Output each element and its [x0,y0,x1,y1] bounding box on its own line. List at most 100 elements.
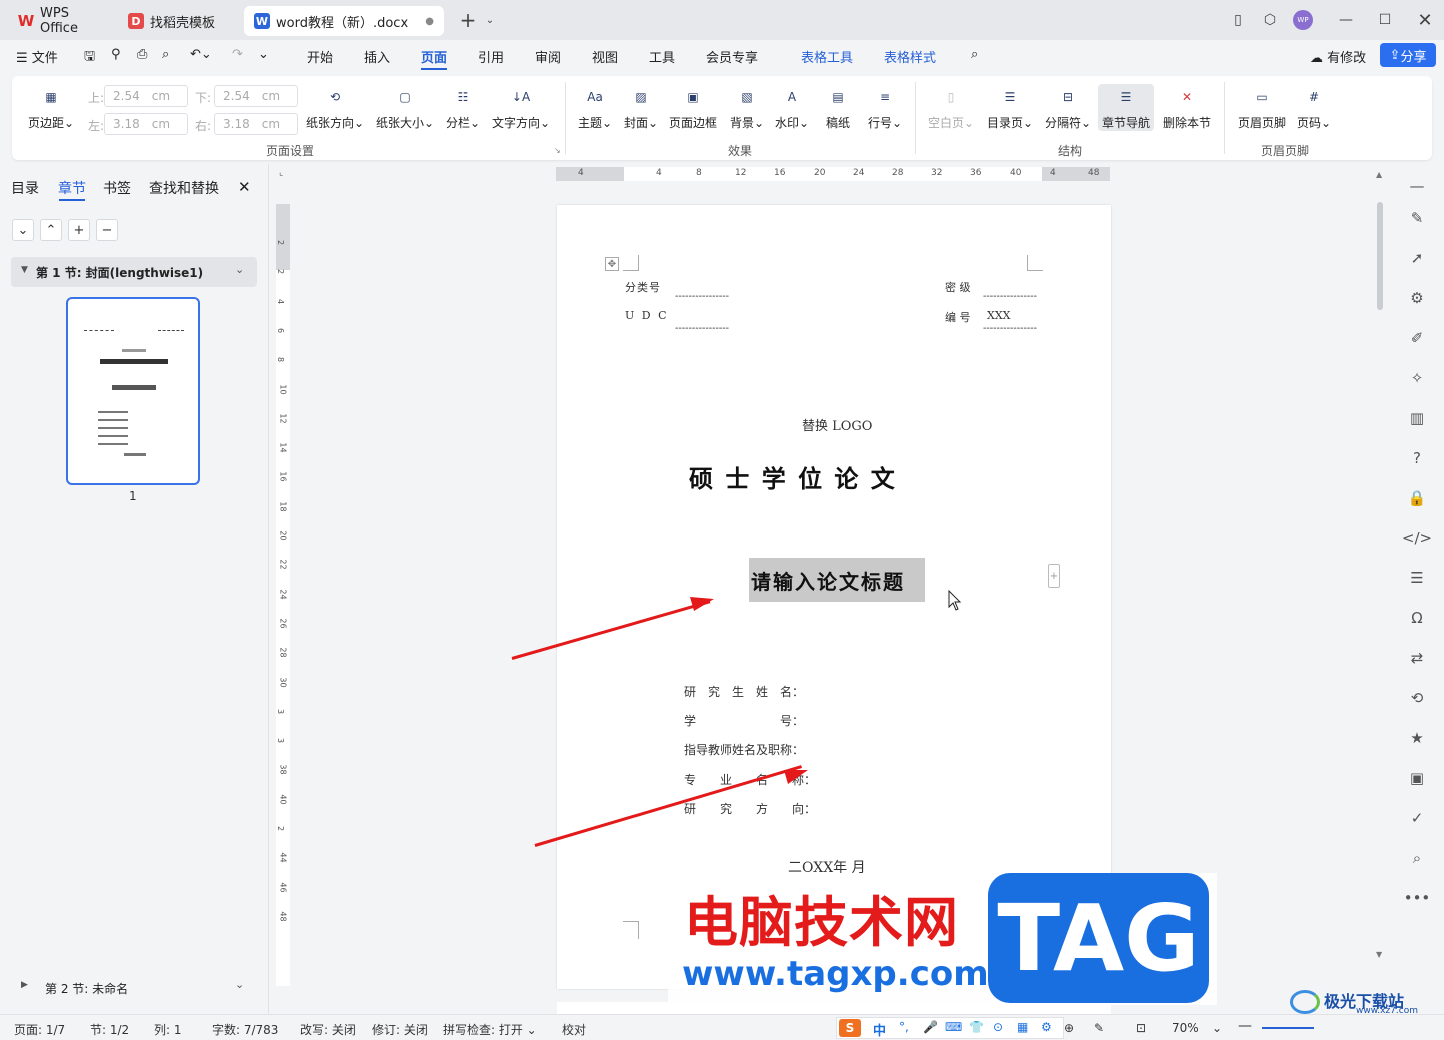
avatar[interactable]: WP [1291,8,1315,32]
dialog-launcher-icon[interactable]: ↘ [554,146,561,155]
chevron-down-icon[interactable]: ⌄ [235,978,244,991]
horizontal-ruler[interactable]: 4 4 8 12 16 20 24 28 32 36 40 4 48 [556,167,1110,181]
share-button[interactable]: ⇪ 分享 [1380,43,1436,67]
move-down-button[interactable]: ⌄ [12,219,34,241]
vertical-scrollbar[interactable]: ▲ ▼ [1374,170,1386,1008]
new-tab-icon[interactable]: + [456,8,480,32]
book-icon[interactable]: ▥ [1407,408,1427,428]
columns-button[interactable]: ☷ 分栏⌄ [446,84,480,131]
share-link-icon[interactable]: ⚲ [111,47,121,62]
code-icon[interactable]: </> [1402,528,1432,548]
magic-tools-icon[interactable]: ✧ [1407,368,1427,388]
lock-icon[interactable]: 🔒 [1407,488,1427,508]
outline-icon[interactable]: ☰ [1407,568,1427,588]
maximize-icon[interactable]: ☐ [1373,8,1397,32]
status-spell-check[interactable]: 拼写检查: 打开 ⌄ [443,1021,537,1038]
unsaved-dot-icon[interactable]: ● [425,16,434,27]
more-options-icon[interactable]: ••• [1404,888,1431,908]
thesis-title-input[interactable]: 请输入论文标题 [751,566,905,595]
page-thumbnail[interactable] [66,297,200,485]
scroll-down-icon[interactable]: ▼ [1376,950,1382,959]
menu-references[interactable]: 引用 [478,47,504,66]
symbol-icon[interactable]: Ω [1407,608,1427,628]
margin-top-field[interactable]: 2.54 cm [104,85,188,107]
help-icon[interactable]: ? [1407,448,1427,468]
select-cursor-icon[interactable]: ➚ [1407,248,1427,268]
status-page[interactable]: 页面: 1/7 [14,1021,65,1038]
image-icon[interactable]: ▣ [1407,768,1427,788]
gamepad-icon[interactable]: ⊙ [993,1020,1003,1034]
folder-star-icon[interactable]: ★ [1407,728,1427,748]
web-view-icon[interactable]: ⊕ [1064,1021,1074,1035]
margin-right-field[interactable]: 3.18 cm [214,113,298,135]
add-row-icon[interactable]: + [1048,564,1060,588]
collapse-sidebar-icon[interactable]: — [1407,176,1427,196]
history-icon[interactable]: ⟲ [1407,688,1427,708]
print-icon[interactable]: ⎙ [137,47,147,62]
separator-button[interactable]: ⊟ 分隔符⌄ [1045,84,1091,131]
minimize-icon[interactable]: — [1334,8,1358,32]
fit-page-icon[interactable]: ⊡ [1136,1021,1146,1035]
header-footer-button[interactable]: ▭ 页眉页脚 [1238,84,1286,131]
scroll-up-icon[interactable]: ▲ [1376,170,1382,179]
edit-doc-icon[interactable]: ✐ [1407,328,1427,348]
menu-table-style[interactable]: 表格样式 [884,47,936,66]
tab-docer[interactable]: D 找稻壳模板 [118,6,240,36]
modified-status[interactable]: ☁ 有修改 [1310,47,1366,66]
status-proofread[interactable]: 校对 [562,1021,586,1038]
section-item-2[interactable]: ▶ 第 2 节: 未命名 ⌄ [11,975,257,999]
page-border-button[interactable]: ▣ 页面边框 [669,84,717,131]
status-column[interactable]: 列: 1 [154,1021,182,1038]
punctuation-icon[interactable]: °, [899,1020,909,1034]
search-icon[interactable]: ⌕ [971,47,978,62]
menu-home[interactable]: 开始 [307,47,333,66]
chevron-down-icon[interactable]: ⌄ [478,8,502,32]
delete-section-button[interactable]: ✕ 删除本节 [1163,84,1211,131]
microphone-icon[interactable]: 🎤 [923,1020,938,1034]
cube-icon[interactable]: ⬡ [1258,8,1282,32]
menu-review[interactable]: 审阅 [535,47,561,66]
orientation-button[interactable]: ⟲ 纸张方向⌄ [306,84,364,131]
status-word-count[interactable]: 字数: 7/783 [212,1021,278,1038]
add-section-button[interactable]: + [68,219,90,241]
toc-page-button[interactable]: ☰ 目录页⌄ [987,84,1033,131]
sliders-icon[interactable]: ⚙ [1407,288,1427,308]
more-chevron-icon[interactable]: ⌄ [258,47,269,62]
menu-table-tools[interactable]: 表格工具 [801,47,853,66]
margin-left-field[interactable]: 3.18 cm [104,113,188,135]
menu-tools[interactable]: 工具 [649,47,675,66]
tab-word-doc[interactable]: W word教程（新）.docx ● [244,6,444,36]
close-panel-icon[interactable]: ✕ [238,178,251,196]
tab-toc[interactable]: 目录 [11,178,39,198]
tab-bookmarks[interactable]: 书签 [103,178,131,198]
section-item-1[interactable]: ▼ 第 1 节: 封面(lengthwise1) ⌄ [11,257,257,287]
translate-icon[interactable]: ⇄ [1407,648,1427,668]
settings-icon[interactable]: ⚙ [1041,1020,1052,1034]
margin-bottom-field[interactable]: 2.54 cm [214,85,298,107]
table-move-handle-icon[interactable]: ✥ [605,257,619,271]
document-page[interactable]: ✥ 分类号 ---------------- U D C -----------… [557,205,1111,989]
redo-icon[interactable]: ↷ [232,47,243,62]
zoom-dropdown-icon[interactable]: ⌄ [1212,1021,1222,1035]
ruler-corner-icon[interactable]: ⌞ [279,168,283,178]
zoom-out-icon[interactable]: — [1238,1018,1252,1034]
undo-icon[interactable]: ↶⌄ [190,47,212,62]
tab-sections[interactable]: 章节 [58,178,86,198]
zoom-slider-track[interactable] [1262,1027,1314,1029]
blank-page-button[interactable]: ▯ 空白页⌄ [928,84,974,131]
page-size-button[interactable]: ▢ 纸张大小⌄ [376,84,434,131]
text-direction-button[interactable]: ↓A 文字方向⌄ [492,84,550,131]
background-button[interactable]: ▧ 背景⌄ [730,84,764,131]
document-search-icon[interactable]: ⌕ [1407,848,1427,868]
margin-button[interactable]: ▦ 页边距⌄ [28,84,74,131]
remove-section-button[interactable]: − [96,219,118,241]
layout-icon[interactable]: ▯ [1226,8,1250,32]
status-overwrite[interactable]: 改写: 关闭 [300,1021,356,1038]
file-menu[interactable]: ☰ 文件 [16,47,58,66]
page-number-button[interactable]: # 页码⌄ [1297,84,1331,131]
document-check-icon[interactable]: ✓ [1407,808,1427,828]
chevron-down-icon[interactable]: ⌄ [235,263,244,276]
save-icon[interactable]: 🖫 [84,47,95,69]
status-track-changes[interactable]: 修订: 关闭 [372,1021,428,1038]
pen-mode-icon[interactable]: ✎ [1094,1021,1104,1035]
